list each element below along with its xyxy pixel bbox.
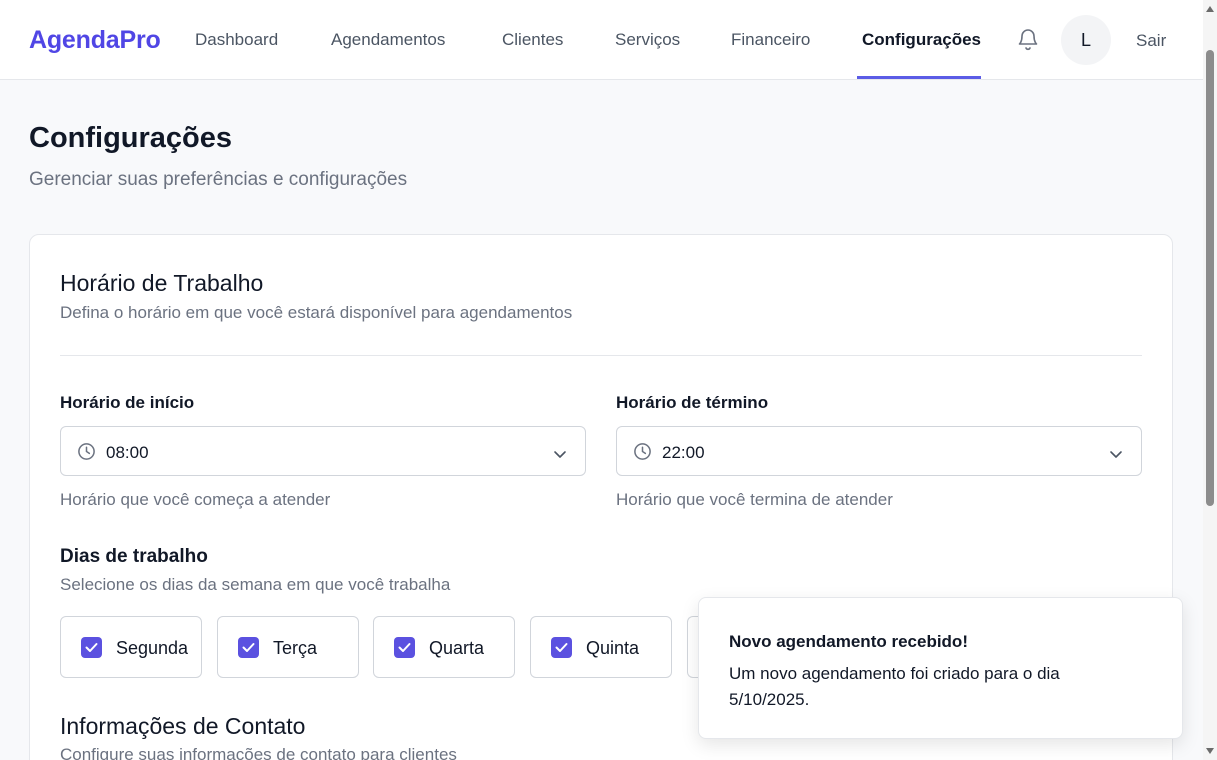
clock-icon bbox=[633, 442, 652, 466]
bell-icon[interactable] bbox=[1016, 26, 1042, 54]
notification-toast[interactable]: Novo agendamento recebido! Um novo agend… bbox=[698, 597, 1183, 739]
day-option-quinta[interactable]: Quinta bbox=[530, 616, 672, 678]
contact-section-title: Informações de Contato bbox=[60, 713, 306, 739]
clock-icon bbox=[77, 442, 96, 466]
page-title: Configurações bbox=[29, 122, 233, 154]
app-logo[interactable]: AgendaPro bbox=[29, 26, 161, 55]
nav-item-agendamentos[interactable]: Agendamentos bbox=[331, 30, 445, 50]
work-days-label: Dias de trabalho bbox=[60, 546, 208, 567]
nav-item-configuracoes[interactable]: Configurações bbox=[862, 30, 981, 50]
toast-title: Novo agendamento recebido! bbox=[729, 632, 968, 651]
work-hours-title: Horário de Trabalho bbox=[60, 270, 264, 296]
nav-item-financeiro[interactable]: Financeiro bbox=[731, 30, 810, 50]
scroll-down-arrow-icon[interactable] bbox=[1206, 748, 1214, 754]
day-label: Terça bbox=[273, 638, 318, 658]
nav-item-dashboard[interactable]: Dashboard bbox=[195, 30, 278, 50]
start-time-label: Horário de início bbox=[60, 393, 195, 412]
start-time-hint: Horário que você começa a atender bbox=[60, 490, 331, 509]
page-subtitle: Gerenciar suas preferências e configuraç… bbox=[29, 169, 408, 190]
contact-section-description: Configure suas informações de contato pa… bbox=[60, 745, 457, 760]
day-option-segunda[interactable]: Segunda bbox=[60, 616, 202, 678]
day-label: Quinta bbox=[586, 638, 640, 658]
start-time-select[interactable]: 08:00 bbox=[60, 426, 586, 476]
avatar-initial: L bbox=[1080, 29, 1091, 50]
day-option-terca[interactable]: Terça bbox=[217, 616, 359, 678]
checkbox-checked-icon[interactable] bbox=[238, 637, 259, 658]
section-divider bbox=[60, 355, 1142, 356]
checkbox-checked-icon[interactable] bbox=[394, 637, 415, 658]
scroll-up-arrow-icon[interactable] bbox=[1206, 6, 1214, 12]
start-time-value: 08:00 bbox=[106, 443, 149, 462]
active-nav-indicator bbox=[857, 76, 981, 79]
end-time-label: Horário de término bbox=[616, 393, 769, 412]
logout-button[interactable]: Sair bbox=[1136, 31, 1166, 51]
end-time-select[interactable]: 22:00 bbox=[616, 426, 1142, 476]
nav-item-clientes[interactable]: Clientes bbox=[502, 30, 563, 50]
nav-item-servicos[interactable]: Serviços bbox=[615, 30, 680, 50]
end-time-hint: Horário que você termina de atender bbox=[616, 490, 893, 509]
checkbox-checked-icon[interactable] bbox=[551, 637, 572, 658]
chevron-down-icon bbox=[553, 446, 567, 464]
checkbox-checked-icon[interactable] bbox=[81, 637, 102, 658]
toast-message: Um novo agendamento foi criado para o di… bbox=[729, 664, 1060, 709]
page-scrollbar[interactable] bbox=[1203, 0, 1217, 760]
work-days-description: Selecione os dias da semana em que você … bbox=[60, 575, 451, 594]
day-label: Quarta bbox=[429, 638, 485, 658]
day-option-quarta[interactable]: Quarta bbox=[373, 616, 515, 678]
work-hours-description: Defina o horário em que você estará disp… bbox=[60, 303, 573, 322]
top-navigation-bar: AgendaPro Dashboard Agendamentos Cliente… bbox=[0, 0, 1203, 80]
avatar[interactable]: L bbox=[1061, 15, 1111, 65]
day-label: Segunda bbox=[116, 638, 189, 658]
chevron-down-icon bbox=[1109, 446, 1123, 464]
end-time-value: 22:00 bbox=[662, 443, 705, 462]
scrollbar-thumb[interactable] bbox=[1206, 50, 1214, 506]
